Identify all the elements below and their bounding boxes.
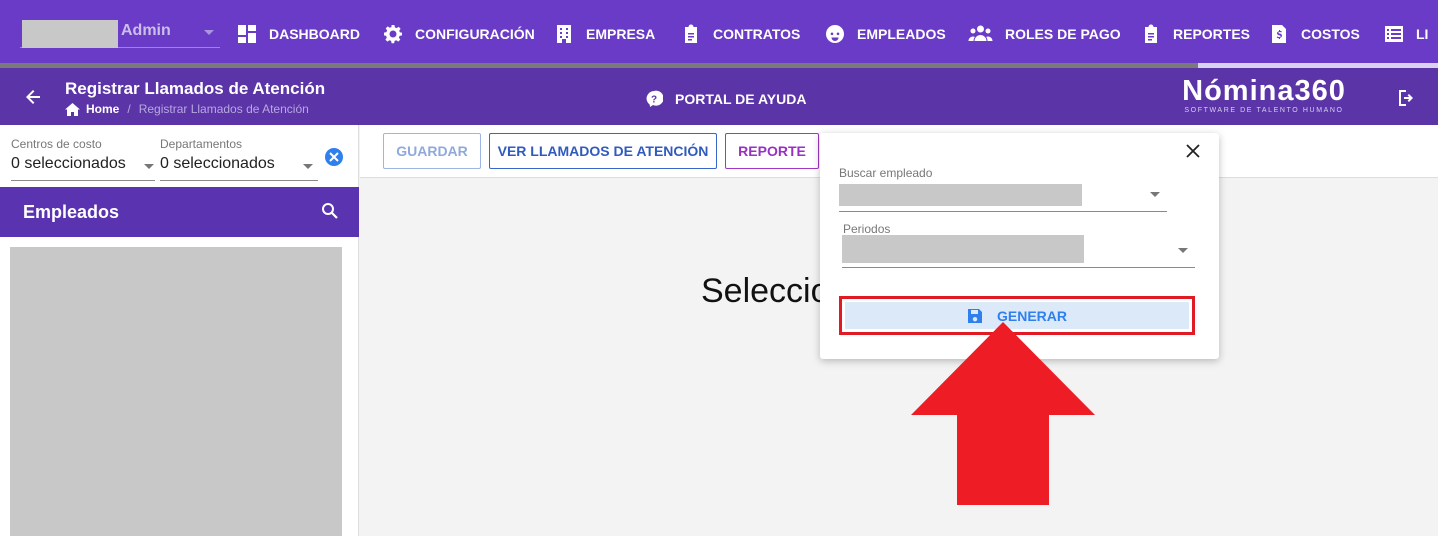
chevron-down-icon — [303, 164, 313, 169]
group-icon — [968, 25, 993, 41]
arrow-left-icon[interactable] — [24, 88, 42, 106]
user-label: Admin — [121, 22, 171, 39]
nav-empleados[interactable]: EMPLEADOS — [825, 22, 946, 46]
nav-dashboard[interactable]: DASHBOARD — [237, 22, 360, 46]
cost-center-label: Centros de costo — [11, 137, 102, 151]
chevron-down-icon — [144, 164, 154, 169]
clipboard-icon — [1145, 24, 1157, 43]
nav-costos[interactable]: COSTOS — [1269, 22, 1360, 46]
page-title: Registrar Llamados de Atención — [65, 79, 326, 98]
save-button[interactable]: GUARDAR — [383, 133, 481, 169]
nav-label: LI — [1416, 26, 1429, 42]
search-icon[interactable] — [321, 202, 339, 220]
cost-center-value: 0 seleccionados — [11, 155, 126, 172]
help-portal-link[interactable]: ? PORTAL DE AYUDA — [645, 90, 806, 108]
department-filter[interactable]: Departamentos 0 seleccionados — [160, 137, 318, 181]
chevron-down-icon — [204, 30, 214, 35]
chevron-down-icon — [1178, 248, 1188, 253]
annotation-arrow-up — [911, 322, 1095, 505]
clipboard-icon — [685, 24, 697, 43]
nav-roles-de-pago[interactable]: ROLES DE PAGO — [968, 22, 1121, 46]
employees-header: Empleados — [0, 187, 359, 237]
dashboard-icon — [238, 25, 256, 43]
nav-contratos[interactable]: CONTRATOS — [681, 22, 800, 46]
brand-name: Nómina360 — [1182, 75, 1346, 107]
brand-logo: Nómina360 SOFTWARE DE TALENTO HUMANO — [1172, 76, 1356, 114]
gear-icon — [384, 25, 402, 44]
face-icon — [826, 25, 844, 43]
left-panel: Centros de costo 0 seleccionados Departa… — [0, 125, 359, 536]
help-bubble-icon: ? — [646, 90, 663, 107]
page-header: Registrar Llamados de Atención Home / Re… — [0, 68, 1438, 125]
nav-li[interactable]: LI — [1384, 22, 1428, 46]
top-navigation: Admin DASHBOARD CONFIGURACIÓN EMPRESA CO… — [0, 0, 1438, 68]
nav-label: REPORTES — [1173, 26, 1251, 42]
brand-tagline: SOFTWARE DE TALENTO HUMANO — [1184, 107, 1344, 114]
view-warnings-button[interactable]: VER LLAMADOS DE ATENCIÓN — [489, 133, 717, 169]
clear-filters-icon[interactable] — [325, 148, 343, 166]
nav-configuracion[interactable]: CONFIGURACIÓN — [383, 22, 535, 46]
cost-center-filter[interactable]: Centros de costo 0 seleccionados — [11, 137, 155, 181]
periods-label: Periodos — [843, 222, 891, 236]
user-select[interactable]: Admin — [20, 14, 220, 48]
periods-field[interactable]: Periodos — [839, 222, 1195, 268]
breadcrumb: Home / Registrar Llamados de Atención — [65, 102, 309, 116]
nav-reportes[interactable]: REPORTES — [1141, 22, 1250, 46]
nav-label: ROLES DE PAGO — [1005, 26, 1121, 42]
periods-value-placeholder — [842, 235, 1084, 263]
employees-title: Empleados — [23, 202, 120, 222]
employee-value-placeholder — [839, 184, 1082, 206]
nav-label: CONTRATOS — [713, 26, 801, 42]
field-underline — [839, 211, 1167, 212]
department-label: Departamentos — [160, 137, 243, 151]
breadcrumb-current: Registrar Llamados de Atención — [138, 102, 309, 116]
breadcrumb-separator: / — [127, 102, 131, 116]
user-avatar-placeholder — [22, 20, 118, 48]
building-icon — [557, 25, 571, 43]
logout-icon[interactable] — [1396, 88, 1416, 108]
nav-label: DASHBOARD — [269, 26, 360, 42]
nav-label: EMPLEADOS — [857, 26, 946, 42]
field-underline — [11, 180, 155, 181]
svg-text:?: ? — [651, 95, 657, 106]
field-underline — [842, 267, 1195, 268]
nav-label: CONFIGURACIÓN — [415, 26, 535, 42]
employee-list-placeholder — [10, 247, 342, 536]
field-underline — [160, 180, 318, 181]
employee-search-field[interactable]: Buscar empleado — [839, 166, 1167, 212]
department-value: 0 seleccionados — [160, 155, 275, 172]
breadcrumb-home[interactable]: Home — [86, 102, 119, 116]
close-icon[interactable] — [1185, 143, 1201, 159]
home-icon — [65, 102, 80, 116]
employee-search-label: Buscar empleado — [839, 166, 933, 180]
report-button[interactable]: REPORTE — [725, 133, 819, 169]
nav-empresa[interactable]: EMPRESA — [554, 22, 655, 46]
nav-label: EMPRESA — [586, 26, 656, 42]
chevron-down-icon — [1150, 192, 1160, 197]
main-placeholder-text: Seleccio — [701, 272, 830, 310]
list-icon — [1385, 26, 1403, 42]
help-label: PORTAL DE AYUDA — [675, 91, 807, 107]
invoice-icon — [1272, 25, 1286, 43]
nav-label: COSTOS — [1301, 26, 1360, 42]
